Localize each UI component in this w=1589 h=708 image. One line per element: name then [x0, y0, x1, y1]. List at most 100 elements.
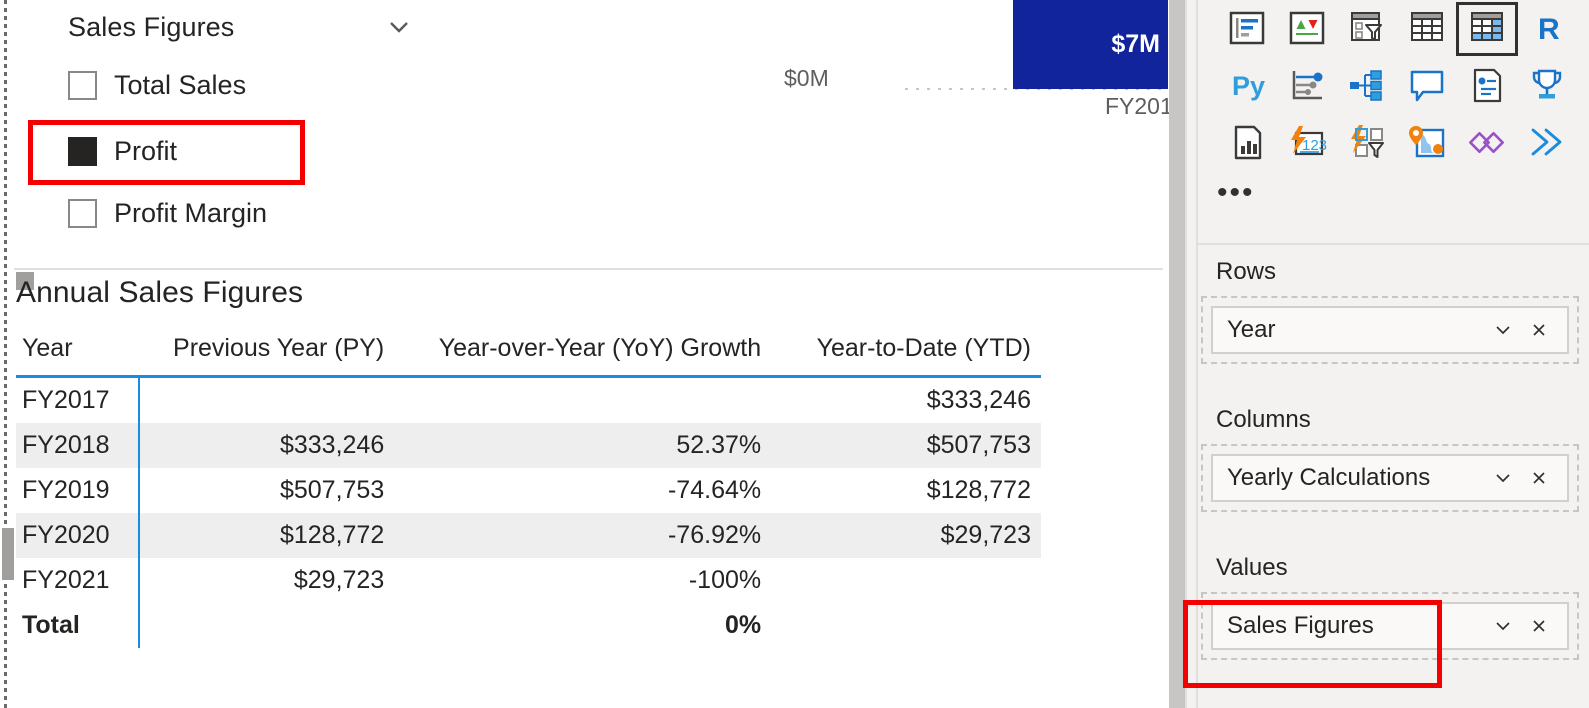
cell-year: FY2017: [16, 376, 140, 423]
key-influencers-dot-icon[interactable]: [1277, 60, 1337, 112]
field-chip-label: Yearly Calculations: [1227, 464, 1431, 491]
slicer-filter-icon[interactable]: [1337, 3, 1397, 55]
matrix-visual: Annual Sales Figures Year Previous Year …: [2, 268, 1163, 708]
column-header-previous-year[interactable]: Previous Year (PY): [139, 328, 390, 377]
field-chip-year[interactable]: Year: [1211, 306, 1569, 354]
field-well-columns: Columns Yearly Calculations: [1201, 406, 1579, 512]
paginated-report-icon[interactable]: [1457, 60, 1517, 112]
cell-year: Total: [16, 603, 140, 648]
cell-year: FY2021: [16, 558, 140, 603]
cell-year: FY2018: [16, 423, 140, 468]
field-well-title: Rows: [1216, 258, 1277, 285]
report-page-chart-icon[interactable]: [1217, 117, 1277, 169]
field-chip-yearly-calculations[interactable]: Yearly Calculations: [1211, 454, 1569, 502]
checkbox-profit-margin[interactable]: [68, 198, 97, 228]
cell-ytd: $128,772: [926, 476, 1031, 504]
slicer-item-label: Profit Margin: [114, 197, 268, 228]
svg-text:R: R: [1538, 13, 1560, 46]
power-apps-number-icon[interactable]: 123: [1277, 117, 1337, 169]
slicer-item-total-sales[interactable]: Total Sales: [68, 62, 246, 108]
y-axis-tick-label: $0M: [784, 65, 829, 91]
power-apps-filter-icon[interactable]: [1337, 117, 1397, 169]
matrix-icon[interactable]: [1456, 1, 1518, 56]
bar-chart-visual: $0M $7M FY201: [700, 0, 1169, 120]
ellipsis-icon[interactable]: •••: [1217, 178, 1255, 208]
field-well-title: Values: [1216, 554, 1288, 581]
python-visual-icon[interactable]: Py: [1217, 60, 1277, 112]
cell-year: FY2020: [16, 513, 140, 558]
gallery-row: Py: [1201, 57, 1589, 114]
visual-top-border: [14, 268, 1163, 270]
column-header-year[interactable]: Year: [16, 328, 139, 377]
drop-zone-columns[interactable]: Yearly Calculations: [1201, 444, 1579, 512]
checkbox-profit[interactable]: [68, 136, 97, 166]
field-chip-label: Sales Figures: [1227, 612, 1374, 639]
field-well-values: Values Sales Figures: [1201, 554, 1579, 660]
close-icon[interactable]: [1521, 312, 1557, 348]
cell-ytd: $29,723: [767, 513, 1041, 558]
cell-ytd: $333,246: [926, 386, 1031, 414]
cell-year: FY2019: [16, 468, 140, 513]
table-icon[interactable]: [1397, 3, 1457, 55]
chevron-down-icon[interactable]: [1485, 608, 1521, 644]
close-icon[interactable]: [1521, 460, 1557, 496]
cell-ytd: [767, 603, 1041, 648]
chevron-down-icon[interactable]: [1485, 312, 1521, 348]
table-row-total[interactable]: Total 0%: [16, 603, 1041, 648]
resize-handle-left[interactable]: [2, 528, 14, 580]
key-influencers-icon[interactable]: [1217, 3, 1277, 55]
cell-py: $128,772: [138, 513, 390, 558]
gallery-row: R: [1201, 0, 1589, 57]
field-chip-label: Year: [1227, 316, 1276, 343]
cell-py: $29,723: [293, 566, 385, 594]
cell-yoy: [389, 377, 767, 424]
svg-text:Py: Py: [1232, 71, 1265, 101]
table-row[interactable]: FY2019 $507,753 -74.64% $128,772: [16, 468, 1041, 513]
matrix-table: Year Previous Year (PY) Year-over-Year (…: [16, 328, 1041, 648]
slicer-item-profit[interactable]: Profit: [68, 128, 177, 174]
drop-zone-rows[interactable]: Year: [1201, 296, 1579, 364]
slicer-item-label: Total Sales: [114, 69, 247, 100]
column-header-ytd[interactable]: Year-to-Date (YTD): [767, 328, 1041, 377]
table-row[interactable]: FY2020 $128,772 -76.92% $29,723: [16, 513, 1041, 558]
slicer-item-profit-margin[interactable]: Profit Margin: [68, 190, 267, 236]
chevron-down-icon[interactable]: [382, 10, 416, 44]
page-title: Annual Sales Figures: [16, 276, 304, 309]
pane-divider: [1196, 243, 1589, 245]
field-well-rows: Rows Year: [1201, 258, 1579, 364]
visualizations-pane: R Py 123 ••• Rows Year Columns Yearly Ca…: [1185, 0, 1589, 708]
pane-rail: [1187, 0, 1198, 708]
kpi-arrows-icon[interactable]: [1277, 3, 1337, 55]
smart-narrative-icon[interactable]: [1397, 60, 1457, 112]
x-axis-tick-label: FY201: [1105, 93, 1169, 119]
checkbox-total-sales[interactable]: [68, 70, 97, 100]
field-chip-sales-figures[interactable]: Sales Figures: [1211, 602, 1569, 650]
table-row[interactable]: FY2021 $29,723 -100%: [16, 558, 1041, 603]
field-well-title: Columns: [1216, 406, 1311, 433]
cell-yoy: 52.37%: [389, 423, 768, 468]
slicer-title: Sales Figures: [68, 12, 235, 42]
arcgis-map-icon[interactable]: [1397, 117, 1457, 169]
cell-py: $507,753: [279, 476, 385, 504]
power-automate-blue-icon[interactable]: [1517, 117, 1577, 169]
table-row[interactable]: FY2017 $333,246: [16, 376, 1041, 424]
r-script-visual-icon[interactable]: R: [1517, 3, 1577, 55]
chevron-down-icon[interactable]: [1485, 460, 1521, 496]
report-canvas: Sales Figures Total Sales Profit Profit …: [0, 0, 1169, 708]
table-row[interactable]: FY2018 $333,246 52.37% $507,753: [16, 423, 1041, 468]
power-automate-purple-icon[interactable]: [1457, 117, 1517, 169]
slicer-item-label: Profit: [114, 135, 178, 166]
cell-yoy: -100%: [688, 566, 762, 594]
canvas-vertical-scrollbar[interactable]: [1169, 0, 1185, 708]
column-header-yoy-growth[interactable]: Year-over-Year (YoY) Growth: [389, 328, 767, 377]
cell-ytd: $507,753: [767, 423, 1041, 468]
cell-py: [139, 603, 390, 648]
visualization-type-gallery: R Py 123: [1201, 0, 1589, 171]
decomposition-tree-icon[interactable]: [1337, 60, 1397, 112]
bar-series-0[interactable]: $7M: [1013, 0, 1168, 89]
cell-ytd: [767, 558, 1041, 603]
goal-trophy-icon[interactable]: [1517, 60, 1577, 112]
drop-zone-values[interactable]: Sales Figures: [1201, 592, 1579, 660]
cell-yoy: 0%: [724, 611, 762, 639]
close-icon[interactable]: [1521, 608, 1557, 644]
